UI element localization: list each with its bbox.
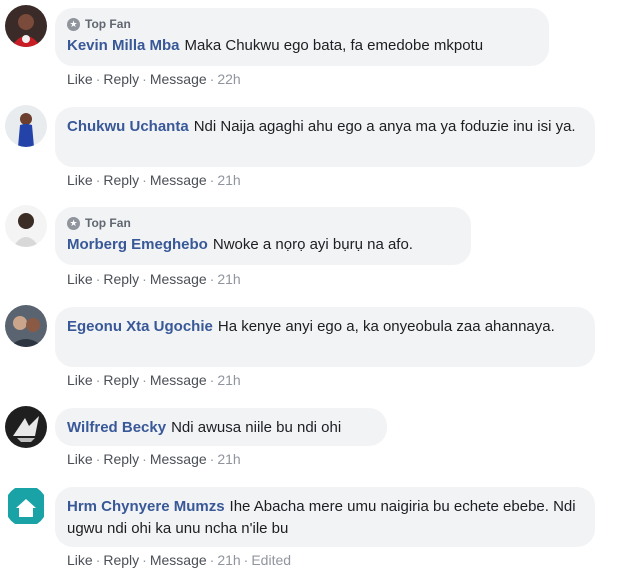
reply-link[interactable]: Reply [103,372,139,388]
avatar[interactable] [5,485,47,527]
comment-text: Ndi awusa niile bu ndi ohi [171,419,342,436]
star-icon: ★ [67,216,80,230]
message-link[interactable]: Message [150,172,207,188]
timestamp[interactable]: 21h [217,172,240,188]
comment-bubble: Wilfred Becky Ndi awusa niile bu ndi ohi [55,408,387,446]
comment-bubble: Egeonu Xta Ugochie Ha kenye anyi ego a, k… [55,307,595,367]
like-link[interactable]: Like [67,372,93,388]
avatar[interactable] [5,105,47,147]
reply-link[interactable]: Reply [103,71,139,87]
comment-author[interactable]: Egeonu Xta Ugochie [67,318,213,335]
avatar[interactable] [5,5,47,47]
reply-link[interactable]: Reply [103,451,139,467]
comment-author[interactable]: Kevin Milla Mba [67,37,180,54]
comment-text: Maka Chukwu ego bata, fa emedobe mkpotu [184,37,484,54]
timestamp[interactable]: 21h [217,372,240,388]
avatar[interactable] [5,305,47,347]
message-link[interactable]: Message [150,552,207,568]
comment-actions: Like · Reply · Message · 21h · Edited [67,552,292,568]
badge-label: Top Fan [85,17,131,31]
message-link[interactable]: Message [150,451,207,467]
comment-text: Ndi Naija agaghi ahu ego a anya ma ya fo… [193,118,576,135]
comment-actions: Like · Reply · Message · 21h [67,451,241,467]
comment-author[interactable]: Chukwu Uchanta [67,118,189,135]
comment-actions: Like · Reply · Message · 22h [67,71,241,87]
comment-bubble: ★ Top Fan Kevin Milla Mba Maka Chukwu ego… [55,8,549,66]
top-fan-badge: ★ Top Fan [67,17,536,31]
comment-text: Nwoke a nọrọ ayi bụrụ na afo. [212,236,413,253]
reply-link[interactable]: Reply [103,172,139,188]
timestamp[interactable]: 22h [217,71,240,87]
comment-actions: Like · Reply · Message · 21h [67,372,241,388]
reply-link[interactable]: Reply [103,271,139,287]
edited-label[interactable]: Edited [251,552,291,568]
comment-text: Ha kenye anyi ego a, ka onyeobula zaa ah… [217,318,555,335]
star-icon: ★ [67,17,80,31]
badge-label: Top Fan [85,216,131,230]
like-link[interactable]: Like [67,552,93,568]
top-fan-badge: ★ Top Fan [67,216,458,230]
like-link[interactable]: Like [67,172,93,188]
message-link[interactable]: Message [150,71,207,87]
avatar[interactable] [5,406,47,448]
comment-bubble: Chukwu Uchanta Ndi Naija agaghi ahu ego a… [55,107,595,167]
timestamp[interactable]: 21h [217,552,240,568]
message-link[interactable]: Message [150,271,207,287]
comment-bubble: ★ Top Fan Morberg Emeghebo Nwoke a nọrọ a… [55,207,471,265]
comment-author[interactable]: Hrm Chynyere Mumzs [67,498,225,515]
avatar[interactable] [5,205,47,247]
comment-actions: Like · Reply · Message · 21h [67,271,241,287]
comment-author[interactable]: Morberg Emeghebo [67,236,208,253]
comment-bubble: Hrm Chynyere Mumzs Ihe Abacha mere umu na… [55,487,595,547]
comment-actions: Like · Reply · Message · 21h [67,172,241,188]
timestamp[interactable]: 21h [217,271,240,287]
comment-author[interactable]: Wilfred Becky [67,419,166,436]
like-link[interactable]: Like [67,271,93,287]
reply-link[interactable]: Reply [103,552,139,568]
like-link[interactable]: Like [67,451,93,467]
timestamp[interactable]: 21h [217,451,240,467]
like-link[interactable]: Like [67,71,93,87]
message-link[interactable]: Message [150,372,207,388]
